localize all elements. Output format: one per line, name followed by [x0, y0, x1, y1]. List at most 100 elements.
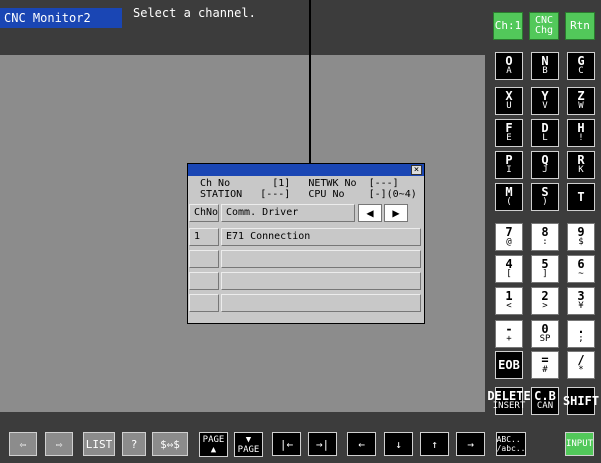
key-y-4[interactable]: YV: [531, 87, 559, 115]
key-sub-label: W: [578, 101, 584, 111]
page-up-button[interactable]: PAGE ▲: [199, 432, 228, 457]
key-g-2[interactable]: GC: [567, 52, 595, 80]
key-sub-label: K: [578, 165, 584, 175]
next-page-icon[interactable]: ▶: [384, 204, 408, 222]
key-main-label: EOB: [498, 358, 520, 372]
key-delete-30[interactable]: DELETE INSERT: [487, 387, 531, 415]
page-down-button[interactable]: ▼ PAGE: [234, 432, 263, 457]
channel-info-line1: Ch No [1] NETWK No [---]: [200, 178, 399, 189]
key-6-20[interactable]: 6 ~: [567, 255, 595, 283]
key-x-3[interactable]: XU: [495, 87, 523, 115]
help-button[interactable]: ?: [122, 432, 146, 456]
key-sub-label: B: [542, 66, 548, 76]
key-main-label: P: [505, 153, 513, 167]
key-sub-label: #: [542, 365, 548, 375]
key-sub-label: !: [578, 133, 584, 143]
key-sub-label: J: [542, 165, 548, 175]
row-1-driver[interactable]: E71 Connection: [221, 228, 421, 246]
key-q-10[interactable]: QJ: [531, 151, 559, 179]
key-main-label: 9: [577, 225, 585, 239]
row-2-no[interactable]: [189, 250, 219, 268]
key-sub-label: *: [578, 365, 584, 375]
input-button[interactable]: INPUT: [565, 432, 594, 456]
key-main-label: .: [577, 322, 585, 336]
key-m-12[interactable]: M(: [495, 183, 523, 211]
key--28[interactable]: = #: [531, 351, 559, 379]
list-button[interactable]: LIST: [83, 432, 115, 456]
key-main-label: 6: [577, 257, 585, 271]
prev-screen-button[interactable]: ⇦: [9, 432, 37, 456]
row-1-no[interactable]: 1: [189, 228, 219, 246]
key-t-14[interactable]: T: [567, 183, 595, 211]
line-start-button[interactable]: |←: [272, 432, 301, 456]
key-sub-label: INSERT: [492, 401, 526, 411]
key-main-label: 1: [505, 289, 513, 303]
key-r-11[interactable]: RK: [567, 151, 595, 179]
key-h-8[interactable]: H!: [567, 119, 595, 147]
cursor-down-button[interactable]: ↓: [384, 432, 413, 456]
key-main-label: SHIFT: [562, 394, 600, 408]
key-main-label: 7: [505, 225, 513, 239]
key-1-21[interactable]: 1 <: [495, 287, 523, 315]
swap-button[interactable]: $⇔$: [152, 432, 188, 456]
key-shift-32[interactable]: SHIFT: [563, 387, 599, 415]
key-eob-27[interactable]: EOB: [495, 351, 523, 379]
key-cb-31[interactable]: C.B CAN: [531, 387, 559, 415]
pointer-line: [309, 0, 311, 166]
key-sub-label: ]: [542, 269, 548, 279]
key-3-23[interactable]: 3 ¥: [567, 287, 595, 315]
key-n-1[interactable]: NB: [531, 52, 559, 80]
key-main-label: 4: [505, 257, 513, 271]
key-5-19[interactable]: 5]: [531, 255, 559, 283]
close-icon[interactable]: ×: [411, 165, 422, 175]
key--26[interactable]: .;: [567, 320, 595, 348]
key-sub-label: I: [506, 165, 512, 175]
next-screen-button[interactable]: ⇨: [45, 432, 73, 456]
row-3-no[interactable]: [189, 272, 219, 290]
key-sub-label: ): [542, 197, 548, 207]
key-sub-label: U: [506, 101, 512, 111]
key-7-15[interactable]: 7 @: [495, 223, 523, 251]
key--24[interactable]: - +: [495, 320, 523, 348]
key-main-label: DELETE: [487, 389, 531, 403]
cnc-change-button[interactable]: CNC Chg: [529, 12, 559, 40]
abc-toggle-button[interactable]: ABC.. /abc..: [496, 432, 526, 456]
key-main-label: 3: [577, 289, 585, 303]
cursor-right-button[interactable]: →: [456, 432, 485, 456]
key-f-6[interactable]: FE: [495, 119, 523, 147]
cursor-left-button[interactable]: ←: [347, 432, 376, 456]
key-o-0[interactable]: OA: [495, 52, 523, 80]
key-4-18[interactable]: 4[: [495, 255, 523, 283]
key-main-label: =: [541, 353, 549, 367]
key-main-label: G: [577, 54, 585, 68]
return-button[interactable]: Rtn: [565, 12, 595, 40]
key-main-label: O: [505, 54, 513, 68]
key-main-label: 2: [541, 289, 549, 303]
key-2-22[interactable]: 2 >: [531, 287, 559, 315]
key-sub-label: ~: [578, 269, 584, 279]
key-main-label: Z: [577, 89, 585, 103]
channel-button[interactable]: Ch:1: [493, 12, 523, 40]
cursor-up-button[interactable]: ↑: [420, 432, 449, 456]
line-end-button[interactable]: →|: [308, 432, 337, 456]
row-3-driver[interactable]: [221, 272, 421, 290]
key-d-7[interactable]: DL: [531, 119, 559, 147]
key-sub-label: <: [506, 301, 512, 311]
key-main-label: T: [577, 190, 585, 204]
prev-page-icon[interactable]: ◀: [358, 204, 382, 222]
key--29[interactable]: / *: [567, 351, 595, 379]
row-4-driver[interactable]: [221, 294, 421, 312]
row-4-no[interactable]: [189, 294, 219, 312]
key-9-17[interactable]: 9 $: [567, 223, 595, 251]
key-p-9[interactable]: PI: [495, 151, 523, 179]
key-0-25[interactable]: 0 SP: [531, 320, 559, 348]
key-s-13[interactable]: S): [531, 183, 559, 211]
header-comm-driver: Comm. Driver: [221, 204, 355, 222]
status-message: Select a channel.: [133, 6, 256, 20]
dialog-title-bar: [188, 164, 424, 176]
key-8-16[interactable]: 8:: [531, 223, 559, 251]
key-main-label: -: [505, 322, 513, 336]
channel-select-dialog: × Ch No [1] NETWK No [---] STATION [---]…: [187, 163, 425, 324]
key-z-5[interactable]: ZW: [567, 87, 595, 115]
row-2-driver[interactable]: [221, 250, 421, 268]
